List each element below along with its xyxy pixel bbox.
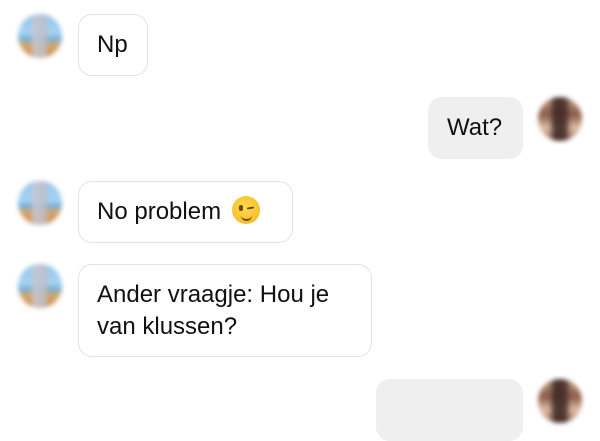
outgoing-message-bubble[interactable] <box>376 379 523 441</box>
incoming-message-bubble[interactable]: Np <box>78 14 148 76</box>
user-avatar[interactable] <box>538 97 582 141</box>
incoming-message-bubble[interactable]: Ander vraagje: Hou je van klussen? <box>78 264 372 357</box>
message-text: Ander vraagje: Hou je van klussen? <box>97 281 330 340</box>
contact-avatar[interactable] <box>18 264 62 308</box>
user-avatar[interactable] <box>538 379 582 423</box>
contact-avatar[interactable] <box>18 181 62 225</box>
message-text: No problem <box>97 198 222 225</box>
incoming-message-bubble[interactable]: No problem <box>78 181 293 243</box>
message-text: Np <box>97 31 128 58</box>
message-text: Wat? <box>447 114 503 141</box>
outgoing-message-bubble[interactable]: Wat? <box>428 97 523 159</box>
contact-avatar[interactable] <box>18 14 62 58</box>
winking-face-emoji-icon <box>231 196 260 224</box>
